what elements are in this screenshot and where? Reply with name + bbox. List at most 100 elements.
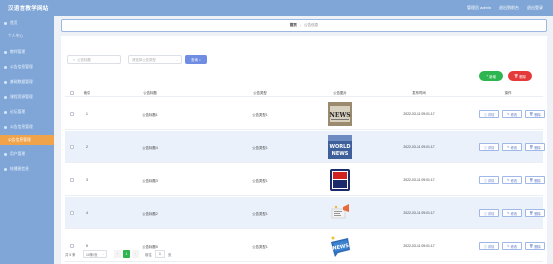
sidebar-item-course[interactable]: 课程资源管理 (0, 92, 54, 102)
next-page-button[interactable]: › (132, 250, 139, 258)
detail-button[interactable]: ⓘ 详情 (479, 209, 499, 217)
row-delete-button-label: 删除 (534, 211, 541, 216)
breadcrumb-home[interactable]: 首页 (290, 23, 297, 28)
row-delete-button-label: 删除 (534, 178, 541, 183)
news-bubble-icon[interactable]: NEWS (328, 234, 352, 258)
select-all-checkbox[interactable] (67, 88, 77, 97)
checkbox-box[interactable] (70, 112, 74, 116)
bell-icon (4, 65, 7, 69)
page-size-select[interactable]: 10条/页 ⌄ (83, 250, 108, 258)
query-button-label: 查询 (191, 58, 198, 62)
sidebar-item-carousel[interactable]: 轮播图信息 (0, 164, 54, 174)
row-index: 1 (86, 112, 88, 116)
breadcrumb-separator: / (299, 23, 301, 28)
content-panel: ⌕ 公告标题 请选择公告类型 ⌄ 查询 ⌕ + 新增 🗑 删除 索引 公告标题 … (61, 36, 547, 264)
total-count: 共 5 条 (65, 252, 76, 257)
column-header-type[interactable]: 公告类型 (205, 88, 315, 97)
detail-button[interactable]: ⓘ 详情 (479, 176, 499, 184)
edit-icon: ✎ (506, 178, 510, 182)
edit-button[interactable]: ✎ 修改 (502, 110, 522, 118)
sidebar-item-label: 教师管理 (10, 49, 26, 54)
column-header-title[interactable]: 公告标题 (95, 88, 205, 97)
detail-button-label: 详情 (487, 112, 495, 117)
sidebar-item-notice-active[interactable]: 公告信息管理 (0, 135, 54, 145)
checkbox-box[interactable] (70, 178, 74, 182)
sidebar: 首页 个人中心 教师管理 公告信息管理 基础数据管理 课程资源管理 论坛管理 公… (0, 16, 54, 264)
sidebar-item-home[interactable]: 首页 (0, 18, 54, 28)
detail-button[interactable]: ⓘ 详情 (479, 143, 499, 151)
row-delete-button[interactable]: 🗑 删除 (525, 176, 545, 184)
table-row: 1 公告标题1 公告类型1 NEWS 2022-03-11 09:01:17 ⓘ… (65, 98, 545, 130)
row-type: 公告类型1 (252, 178, 268, 183)
sidebar-item-label: 论坛管理 (10, 109, 26, 114)
row-image-cell (315, 164, 365, 196)
info-icon: ⓘ (483, 112, 487, 117)
row-delete-button[interactable]: 🗑 删除 (525, 110, 545, 118)
megaphone-icon[interactable] (328, 201, 352, 225)
row-checkbox[interactable] (67, 98, 77, 130)
query-button[interactable]: 查询 ⌕ (185, 55, 207, 64)
edit-button-label: 修改 (510, 112, 518, 117)
row-delete-button[interactable]: 🗑 删除 (525, 209, 545, 217)
svg-text:WORLD: WORLD (330, 144, 351, 150)
edit-button[interactable]: ✎ 修改 (502, 143, 522, 151)
sidebar-item-teachers[interactable]: 教师管理 (0, 47, 54, 57)
sidebar-item-label: 公告信息管理 (8, 137, 31, 142)
type-select[interactable]: 请选择公告类型 ⌄ (128, 55, 182, 64)
sidebar-item-profile[interactable]: 个人中心 (0, 31, 54, 41)
checkbox-box[interactable] (70, 90, 74, 95)
column-header-index[interactable]: 索引 (79, 88, 95, 97)
edit-icon: ✎ (506, 211, 510, 215)
table-row: 3 公告标题3 公告类型1 2022-03-11 09:01:17 ⓘ 详情 ✎ 修… (65, 164, 545, 196)
sidebar-item-base-data[interactable]: 基础数据管理 (0, 77, 54, 87)
info-icon: ⓘ (483, 145, 487, 150)
edit-icon: ✎ (506, 244, 510, 248)
row-title: 公告标题3 (142, 178, 158, 183)
add-button[interactable]: + 新增 (479, 71, 503, 81)
detail-button[interactable]: ⓘ 详情 (479, 110, 499, 118)
sidebar-item-notice-info[interactable]: 公告信息管理 (0, 62, 54, 72)
user-icon (4, 50, 7, 54)
tv-news-icon[interactable] (328, 168, 352, 192)
row-type: 公告类型1 (252, 112, 268, 117)
edit-button[interactable]: ✎ 修改 (502, 209, 522, 217)
world-news-icon[interactable]: WORLD NEWS (328, 135, 352, 159)
row-checkbox[interactable] (67, 197, 77, 229)
type-select-placeholder: 请选择公告类型 (132, 58, 156, 62)
checkbox-box[interactable] (70, 244, 74, 248)
logout-link[interactable]: 退出登录 (527, 5, 543, 11)
row-delete-button[interactable]: 🗑 删除 (525, 242, 545, 250)
edit-button[interactable]: ✎ 修改 (502, 242, 522, 250)
column-header-time[interactable]: 发布时间 (365, 88, 473, 97)
sidebar-item-label: 首页 (10, 20, 18, 25)
delete-button[interactable]: 🗑 删除 (508, 71, 532, 81)
checkbox-box[interactable] (70, 145, 74, 149)
row-checkbox[interactable] (67, 164, 77, 196)
edit-button-label: 修改 (510, 178, 518, 183)
sidebar-item-forum[interactable]: 论坛管理 (0, 107, 54, 117)
checkbox-box[interactable] (70, 211, 74, 215)
row-delete-button-label: 删除 (534, 112, 541, 117)
prev-page-button[interactable]: ‹ (114, 250, 121, 258)
edit-button-label: 修改 (510, 145, 518, 150)
row-time: 2022-03-11 09:01:17 (403, 112, 435, 116)
page-number-1[interactable]: 1 (123, 250, 130, 258)
news-paper-icon[interactable]: NEWS (328, 102, 352, 126)
sidebar-item-users[interactable]: 用户管理 (0, 149, 54, 159)
sidebar-item-notice-group[interactable]: 公告信息管理 (0, 122, 54, 132)
top-right-links: 管理员 admin 退出到前台 退出登录 (467, 5, 543, 11)
row-delete-button[interactable]: 🗑 删除 (525, 143, 545, 151)
info-icon: ⓘ (483, 211, 487, 216)
home-icon (4, 21, 7, 25)
edit-button[interactable]: ✎ 修改 (502, 176, 522, 184)
chevron-left-icon: ‹ (116, 252, 119, 256)
edit-icon: ✎ (506, 112, 510, 116)
column-header-image[interactable]: 公告图片 (315, 88, 365, 97)
goto-page-input[interactable]: 1 (155, 250, 165, 258)
back-home-link[interactable]: 退出到前台 (499, 5, 519, 11)
trash-icon: 🗑 (529, 112, 534, 116)
title-search-input[interactable]: ⌕ 公告标题 (67, 55, 121, 64)
detail-button-label: 详情 (487, 211, 495, 216)
row-checkbox[interactable] (67, 131, 77, 163)
detail-button[interactable]: ⓘ 详情 (479, 242, 499, 250)
